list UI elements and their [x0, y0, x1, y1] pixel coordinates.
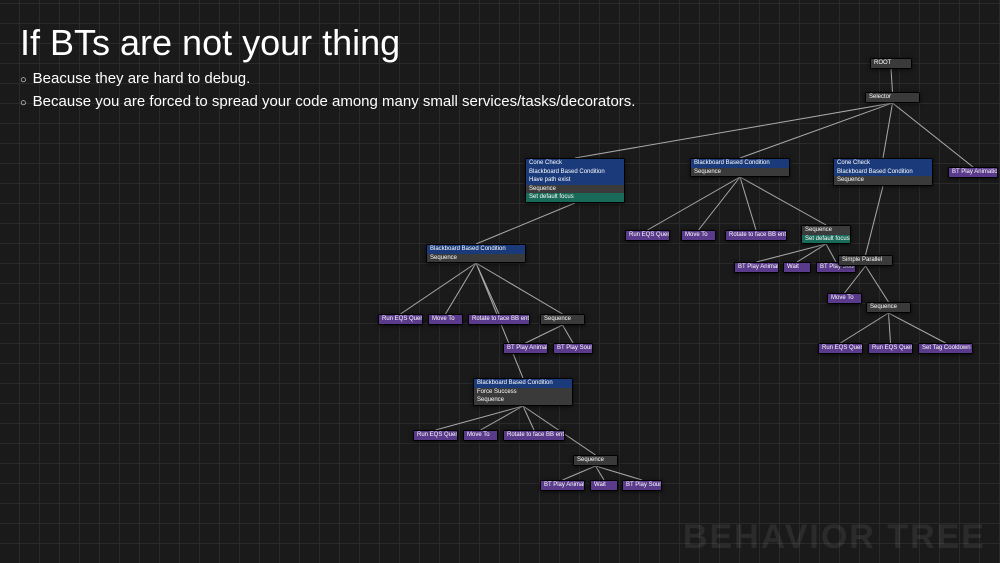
bt-node: Move To	[681, 230, 716, 241]
bt-node: Run EQS Query	[378, 314, 423, 325]
bt-node: BT Play Sound	[622, 480, 662, 491]
bt-node: SequenceSet default focus	[801, 225, 851, 244]
bt-node: Sequence	[866, 302, 911, 313]
bt-node: Rotate to face BB entry	[503, 430, 565, 441]
bt-node: Rotate to face BB entry	[725, 230, 787, 241]
bt-node: Run EQS Query	[868, 343, 913, 354]
bt-node: Sequence	[573, 455, 618, 466]
bt-node: Run EQS Query	[625, 230, 670, 241]
bt-node: ROOT	[870, 58, 912, 69]
bt-node: Cone CheckBlackboard Based ConditionSequ…	[833, 158, 933, 186]
watermark: BEHAVIOR TREE	[683, 518, 986, 557]
bt-node: Selector	[865, 92, 920, 103]
bt-node: BT Play Animation	[948, 167, 998, 178]
bullet-item: Beacuse they are hard to debug.	[20, 68, 635, 91]
bt-node: Blackboard Based ConditionSequence	[426, 244, 526, 263]
page-title: If BTs are not your thing	[20, 22, 400, 64]
bt-node: Rotate to face BB entry	[468, 314, 530, 325]
bt-node: Run EQS Query	[413, 430, 458, 441]
bullet-item: Because you are forced to spread your co…	[20, 91, 635, 114]
bt-node: BT Play Sound	[816, 262, 856, 273]
bt-node: Move To	[463, 430, 498, 441]
bt-node: BT Play Animation	[540, 480, 585, 491]
bt-node: Wait	[590, 480, 618, 491]
bt-node: Blackboard Based ConditionForce SuccessS…	[473, 378, 573, 406]
bt-node: Cone CheckBlackboard Based ConditionHave…	[525, 158, 625, 203]
bt-node: Blackboard Based ConditionSequence	[690, 158, 790, 177]
bt-node: BT Play Animation	[734, 262, 779, 273]
bt-node: Move To	[827, 293, 862, 304]
bt-node: Simple Parallel	[838, 255, 893, 266]
bt-node: BT Play Sound	[553, 343, 593, 354]
bt-node: Wait	[783, 262, 811, 273]
bullet-list: Beacuse they are hard to debug.Because y…	[20, 68, 635, 113]
bt-node: Run EQS Query	[818, 343, 863, 354]
bt-node: Move To	[428, 314, 463, 325]
bt-node: Sequence	[540, 314, 585, 325]
bt-node: BT Play Animation	[503, 343, 548, 354]
bt-node: Set Tag Cooldown	[918, 343, 973, 354]
